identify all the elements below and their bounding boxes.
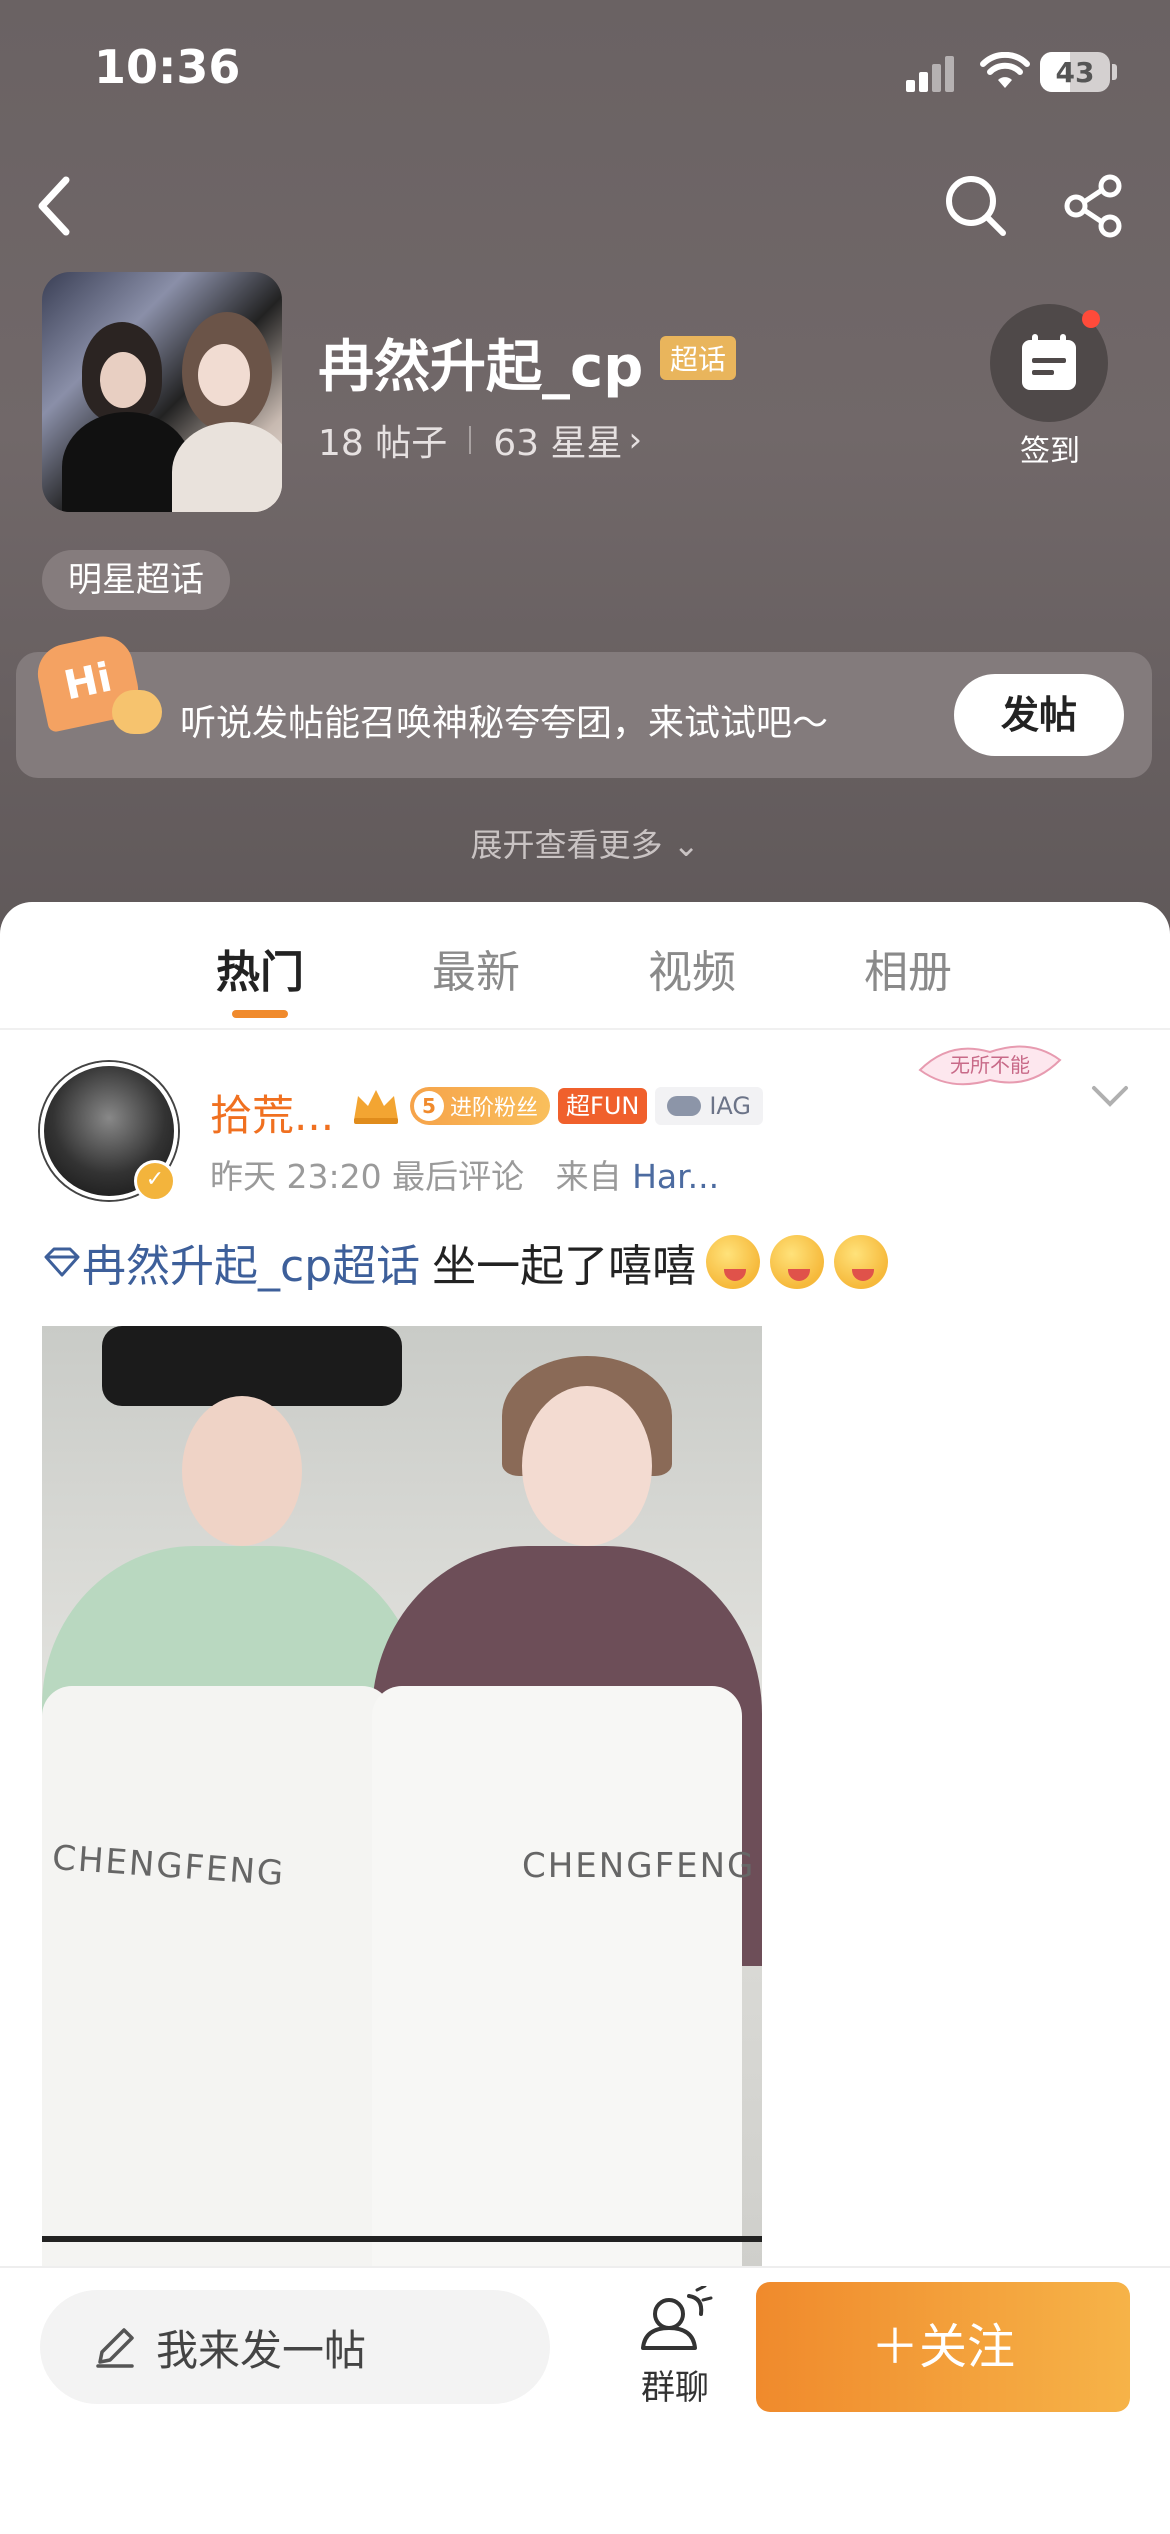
tab-album[interactable]: 相册 <box>864 936 952 1000</box>
post-menu-chevron-icon[interactable] <box>1090 1084 1130 1108</box>
group-chat-icon <box>641 2284 713 2350</box>
chevron-left-icon <box>38 176 70 236</box>
battery-tip <box>1112 64 1117 80</box>
calendar-icon <box>1022 334 1076 390</box>
search-icon <box>946 176 1006 236</box>
status-time: 10:36 <box>94 40 241 94</box>
share-icon <box>1064 174 1122 238</box>
search-button[interactable] <box>936 166 1016 246</box>
fun-badge: 超FUN <box>558 1088 648 1124</box>
compose-button[interactable]: 我来发一帖 <box>40 2290 550 2404</box>
source-prefix: 来自 <box>555 1157 622 1196</box>
signal-icon <box>906 56 956 92</box>
battery-level: 43 <box>1055 56 1095 89</box>
decoration-text: 无所不能 <box>950 1053 1030 1077</box>
follow-button[interactable]: ＋关注 <box>756 2282 1130 2412</box>
decoration-sticker: 无所不能 <box>918 1045 1062 1086</box>
tab-hot[interactable]: 热门 <box>216 936 304 1000</box>
notification-dot <box>1082 310 1100 328</box>
topic-stats[interactable]: 18 帖子 63 星星 › <box>318 414 642 466</box>
diamond-icon <box>44 1247 80 1277</box>
category-tag[interactable]: 明星超话 <box>42 550 230 610</box>
post-body-text: 坐一起了嘻嘻 <box>432 1241 697 1292</box>
tab-latest[interactable]: 最新 <box>432 936 520 1000</box>
prompt-text: 听说发帖能召唤神秘夸夸团，来试试吧～ <box>180 703 829 744</box>
crown-icon <box>354 1090 398 1124</box>
fan-level: 5 <box>414 1091 444 1121</box>
topic-avatar[interactable] <box>42 272 282 512</box>
verified-icon: ✓ <box>134 1160 176 1202</box>
wifi-icon <box>980 52 1030 88</box>
back-button[interactable] <box>14 166 94 246</box>
post-source[interactable]: Har... <box>632 1157 719 1196</box>
tab-video[interactable]: 视频 <box>648 936 736 1000</box>
tongue-emoji-icon <box>834 1235 889 1289</box>
chevron-right-icon: › <box>628 420 643 460</box>
topic-link[interactable]: 冉然升起_cp超话 <box>42 1230 420 1294</box>
shirt-print-right: CHENGFENG <box>522 1846 756 1886</box>
user-badges: 5 进阶粉丝 超FUN IAG <box>350 1086 764 1126</box>
post-count: 18 帖子 <box>318 423 448 464</box>
chat-bubble-icon <box>112 690 162 734</box>
post-image[interactable]: CHENGFENG CHENGFENG <box>42 1326 762 2266</box>
checkin-label: 签到 <box>1020 434 1080 469</box>
active-tab-indicator <box>232 1010 288 1018</box>
tongue-emoji-icon <box>770 1235 825 1289</box>
fan-label: 进阶粉丝 <box>450 1096 539 1121</box>
tab-bar: 热门 最新 视频 相册 <box>0 936 1170 1026</box>
username[interactable]: 拾荒... <box>210 1082 334 1143</box>
star-count: 63 星星 <box>493 423 623 464</box>
chaohua-badge: 超话 <box>660 336 737 380</box>
group-chat-button[interactable]: 群聊 <box>630 2284 720 2409</box>
iag-label: IAG <box>709 1092 752 1120</box>
post-meta: 昨天 23:20 最后评论 来自 Har... <box>210 1150 719 1198</box>
fan-level-badge: 5 进阶粉丝 <box>410 1087 551 1125</box>
expand-more-label: 展开查看更多 <box>470 826 663 864</box>
topic-title: 冉然升起_cp <box>318 335 644 400</box>
tongue-emoji-icon <box>706 1235 761 1289</box>
expand-more[interactable]: 展开查看更多 ⌄ <box>0 820 1170 866</box>
iag-badge: IAG <box>655 1087 764 1125</box>
chevron-down-icon: ⌄ <box>672 826 700 864</box>
group-chat-label: 群聊 <box>641 2368 709 2408</box>
topic-link-label: 冉然升起_cp超话 <box>82 1241 421 1292</box>
post-time: 昨天 23:20 最后评论 <box>210 1157 525 1196</box>
compose-placeholder: 我来发一帖 <box>156 2325 367 2375</box>
battery-icon: 43 <box>1040 52 1110 92</box>
post-button[interactable]: 发帖 <box>954 674 1124 756</box>
pencil-icon <box>96 2328 134 2368</box>
share-button[interactable] <box>1054 166 1134 246</box>
stats-divider <box>469 426 472 454</box>
post-content: 冉然升起_cp超话 坐一起了嘻嘻 <box>42 1230 889 1294</box>
cloud-icon <box>667 1096 702 1116</box>
